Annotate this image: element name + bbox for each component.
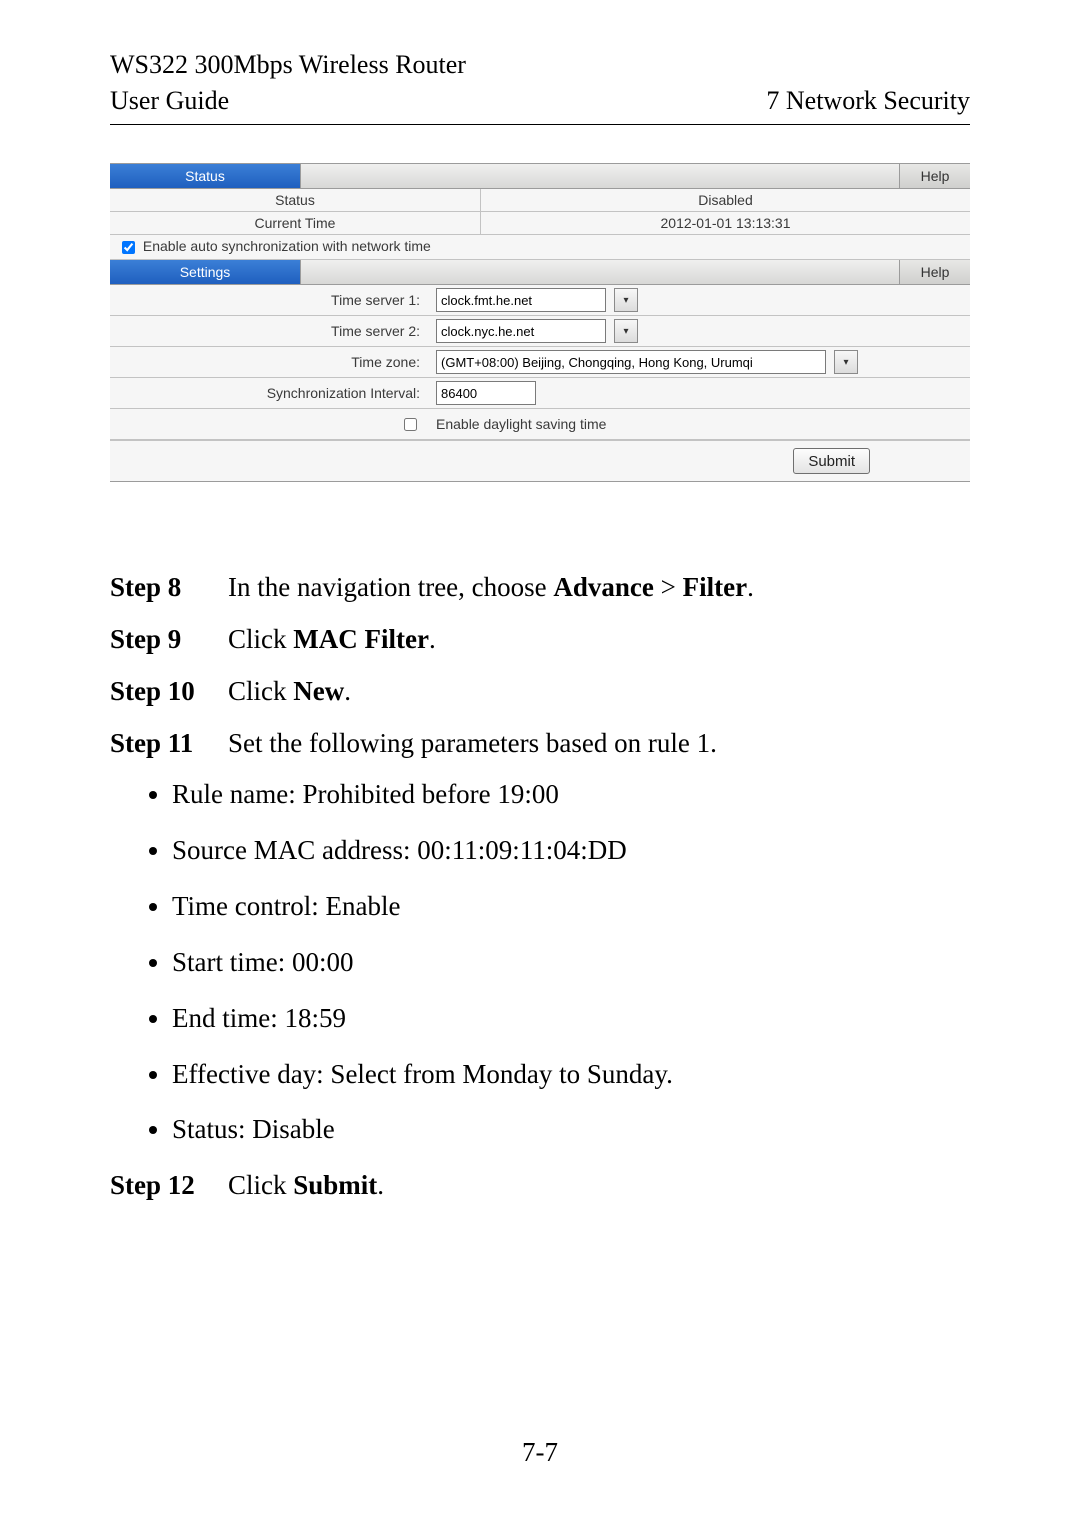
dst-label: Enable daylight saving time: [436, 416, 606, 432]
bullet-time-control: Time control: Enable: [172, 886, 970, 928]
step-12-number: Step 12: [110, 1165, 228, 1207]
step-11-body: Set the following parameters based on ru…: [228, 723, 970, 765]
header-right: 7 Network Security: [766, 86, 970, 116]
sync-interval-input[interactable]: [436, 381, 536, 405]
help-button-status[interactable]: Help: [899, 164, 970, 188]
help-button-settings[interactable]: Help: [899, 260, 970, 284]
step-11-number: Step 11: [110, 723, 228, 765]
time-server-1-input[interactable]: [436, 288, 606, 312]
settings-title-bar: Settings Help: [110, 260, 970, 285]
product-title: WS322 300Mbps Wireless Router: [110, 50, 970, 80]
time-server-1-label: Time server 1:: [110, 292, 430, 308]
enable-sync-row: Enable auto synchronization with network…: [110, 235, 970, 260]
time-server-2-label: Time server 2:: [110, 323, 430, 339]
step-10-number: Step 10: [110, 671, 228, 713]
time-server-1-dropdown[interactable]: ▾: [614, 288, 638, 312]
bullet-source-mac: Source MAC address: 00:11:09:11:04:DD: [172, 830, 970, 872]
status-value: Disabled: [481, 189, 970, 211]
sync-interval-label: Synchronization Interval:: [110, 385, 430, 401]
enable-sync-label: Enable auto synchronization with network…: [143, 238, 431, 254]
time-zone-label: Time zone:: [110, 354, 430, 370]
bullet-status: Status: Disable: [172, 1109, 970, 1151]
time-zone-dropdown[interactable]: ▾: [834, 350, 858, 374]
bullet-end-time: End time: 18:59: [172, 998, 970, 1040]
enable-sync-checkbox[interactable]: [122, 241, 135, 254]
status-label: Status: [110, 189, 481, 211]
bullet-rule-name: Rule name: Prohibited before 19:00: [172, 774, 970, 816]
header-rule: [110, 124, 970, 125]
step-11-bullets: Rule name: Prohibited before 19:00 Sourc…: [110, 774, 970, 1151]
page-number: 7-7: [0, 1437, 1080, 1468]
time-zone-input[interactable]: [436, 350, 826, 374]
step-9-number: Step 9: [110, 619, 228, 661]
submit-button[interactable]: Submit: [793, 448, 870, 474]
router-config-panel: Status Help Status Disabled Current Time…: [110, 163, 970, 482]
status-title-bar: Status Help: [110, 164, 970, 189]
step-10-body: Click New.: [228, 671, 970, 713]
instruction-steps: Step 8 In the navigation tree, choose Ad…: [110, 567, 970, 1207]
settings-tab[interactable]: Settings: [110, 260, 301, 284]
step-8-number: Step 8: [110, 567, 228, 609]
dst-checkbox[interactable]: [404, 418, 417, 431]
step-8-body: In the navigation tree, choose Advance >…: [228, 567, 970, 609]
header-left: User Guide: [110, 86, 229, 116]
bullet-effective-day: Effective day: Select from Monday to Sun…: [172, 1054, 970, 1096]
current-time-value: 2012-01-01 13:13:31: [481, 212, 970, 234]
step-9-body: Click MAC Filter.: [228, 619, 970, 661]
bullet-start-time: Start time: 00:00: [172, 942, 970, 984]
status-tab[interactable]: Status: [110, 164, 301, 188]
time-server-2-input[interactable]: [436, 319, 606, 343]
time-server-2-dropdown[interactable]: ▾: [614, 319, 638, 343]
current-time-label: Current Time: [110, 212, 481, 234]
step-12-body: Click Submit.: [228, 1165, 970, 1207]
